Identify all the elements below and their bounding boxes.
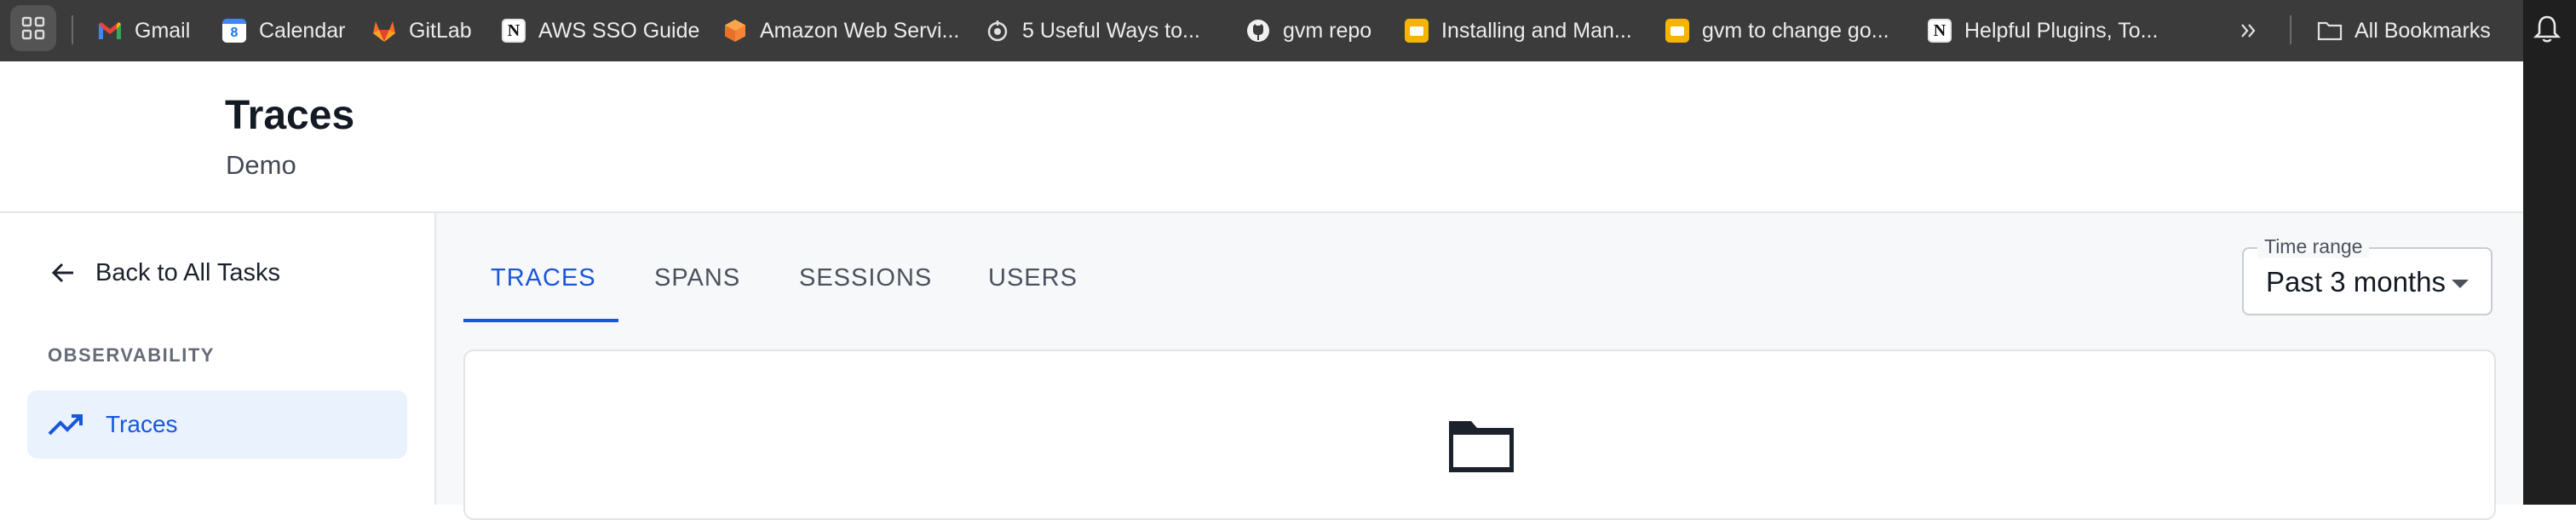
bookmark-label: Amazon Web Servi... — [760, 18, 960, 43]
sidebar-item-label: Traces — [106, 411, 178, 437]
dropdown-caret-icon — [2452, 280, 2469, 288]
target-icon — [985, 18, 1010, 43]
github-icon — [1245, 18, 1271, 43]
bookmark-aws-sso-guide[interactable]: N AWS SSO Guide — [501, 0, 699, 61]
page-title: Traces — [225, 93, 355, 138]
bookmark-5-useful-ways[interactable]: 5 Useful Ways to... — [985, 0, 1200, 61]
aws-icon — [722, 18, 748, 43]
bookmark-gitlab[interactable]: GitLab — [371, 0, 472, 61]
trending-up-icon — [48, 414, 83, 436]
tab-traces[interactable]: TRACES — [491, 264, 596, 292]
bookmark-gmail[interactable]: Gmail — [97, 0, 190, 61]
tab-spans[interactable]: SPANS — [654, 264, 740, 292]
time-range-label: Time range — [2257, 235, 2370, 258]
sidebar: Back to All Tasks OBSERVABILITY Traces — [0, 213, 436, 505]
bookmark-label: gvm to change go... — [1702, 18, 1889, 43]
more-bookmarks-chevron-icon[interactable] — [2239, 0, 2259, 61]
bookmark-label: Calendar — [259, 18, 346, 43]
bookmark-gvm-to-change-go[interactable]: gvm to change go... — [1665, 0, 1889, 61]
active-tab-indicator — [463, 319, 618, 322]
bookmark-label: 5 Useful Ways to... — [1022, 18, 1200, 43]
bookmark-helpful-plugins[interactable]: N Helpful Plugins, To... — [1927, 0, 2158, 61]
calendar-icon: 8 — [221, 18, 247, 43]
apps-grid-button[interactable] — [10, 5, 56, 51]
app-header: Traces Demo — [0, 61, 2523, 213]
time-range-select[interactable]: Time range Past 3 months — [2242, 235, 2493, 315]
all-bookmarks-button[interactable]: All Bookmarks — [2317, 0, 2491, 61]
sidebar-section-label: OBSERVABILITY — [48, 344, 215, 366]
bookmark-label: Installing and Man... — [1441, 18, 1632, 43]
bookmarks-separator — [72, 15, 73, 44]
bookmark-label: gvm repo — [1283, 18, 1372, 43]
folder-icon — [1449, 421, 1514, 472]
bookmark-amazon-web-services[interactable]: Amazon Web Servi... — [722, 0, 959, 61]
notion-icon: N — [1927, 18, 1952, 43]
time-range-value: Past 3 months — [2266, 266, 2446, 298]
bookmarks-separator — [2290, 15, 2291, 44]
arrow-left-icon — [51, 263, 73, 283]
slides-icon — [1665, 18, 1690, 43]
tab-users[interactable]: USERS — [988, 264, 1078, 292]
bookmark-label: AWS SSO Guide — [538, 18, 700, 43]
main-content: TRACES SPANS SESSIONS USERS Time range P… — [436, 213, 2523, 520]
bookmark-gvm-repo[interactable]: gvm repo — [1245, 0, 1371, 61]
notification-bell-icon[interactable] — [2530, 12, 2564, 46]
folder-icon — [2317, 18, 2343, 43]
bookmark-calendar[interactable]: 8 Calendar — [221, 0, 345, 61]
apps-grid-icon — [21, 16, 45, 40]
browser-right-strip — [2523, 0, 2576, 505]
bookmarks-bar: Gmail 8 Calendar GitLab N AWS SSO Guide — [0, 0, 2523, 61]
back-link-label: Back to All Tasks — [95, 258, 281, 286]
bookmark-label: Helpful Plugins, To... — [1964, 18, 2159, 43]
sidebar-item-traces[interactable]: Traces — [27, 390, 407, 459]
bookmark-label: All Bookmarks — [2355, 18, 2491, 43]
bookmark-label: Gmail — [135, 18, 191, 43]
slides-icon — [1404, 18, 1429, 43]
back-to-all-tasks-link[interactable]: Back to All Tasks — [49, 256, 280, 290]
page-subtitle: Demo — [226, 150, 296, 180]
notion-icon: N — [501, 18, 526, 43]
gmail-icon — [97, 18, 123, 43]
bookmark-label: GitLab — [409, 18, 472, 43]
tab-sessions[interactable]: SESSIONS — [799, 264, 932, 292]
traces-empty-card — [463, 350, 2496, 520]
gitlab-icon — [371, 18, 397, 43]
bookmark-installing-and-managing[interactable]: Installing and Man... — [1404, 0, 1632, 61]
